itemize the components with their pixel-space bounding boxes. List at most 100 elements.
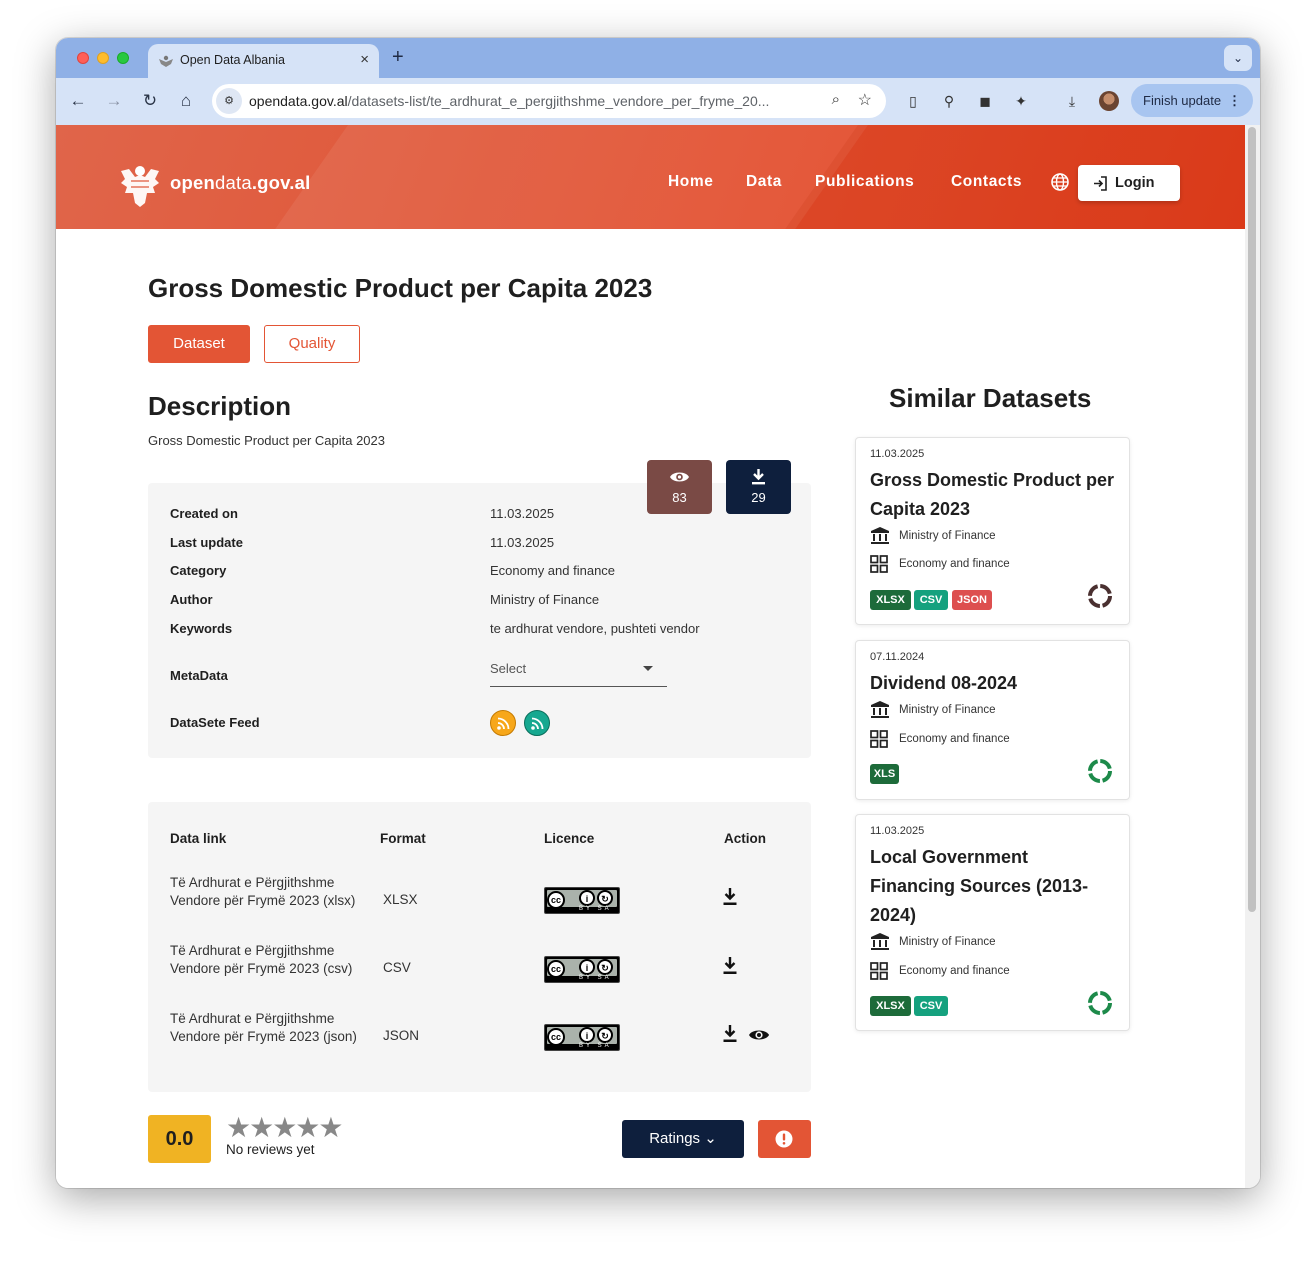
card-date: 07.11.2024 [870, 651, 925, 663]
login-arrow-icon [1094, 176, 1107, 191]
profile-avatar[interactable] [1099, 91, 1119, 111]
column-header-action: Action [724, 831, 766, 846]
metadata-panel: Created on 11.03.2025 Last update 11.03.… [148, 483, 811, 758]
new-tab-icon[interactable]: + [392, 46, 404, 69]
meta-value-author: Ministry of Finance [490, 592, 600, 607]
page-viewport: opendata.gov.al Home Data Publications C… [56, 125, 1245, 1188]
data-link-name[interactable]: Të Ardhurat e Përgjithshme Vendore për F… [170, 1010, 360, 1046]
login-button[interactable]: Login [1078, 165, 1180, 201]
download-icon[interactable] [722, 1025, 738, 1043]
metadata-select[interactable]: Select [490, 653, 667, 687]
finish-update-button[interactable]: Finish update ⋮ [1131, 84, 1253, 117]
downloads-icon[interactable]: ⤓ [1062, 91, 1082, 111]
eagle-favicon-icon [159, 55, 173, 67]
card-title[interactable]: Gross Domestic Product per Capita 2023 [870, 466, 1115, 524]
site-settings-icon[interactable]: ⚙ [216, 88, 242, 114]
grid-category-icon [870, 730, 888, 748]
maximize-window-button[interactable] [117, 52, 129, 64]
nav-publications[interactable]: Publications [815, 173, 914, 191]
meta-value-created: 11.03.2025 [490, 506, 555, 521]
bookmark-star-icon[interactable]: ☆ [858, 90, 872, 110]
cc-by-sa-licence-icon[interactable]: cc i ↻ BY SA [544, 1024, 620, 1051]
atom-feed-icon[interactable] [524, 710, 550, 736]
cc-tags: BY SA [579, 975, 612, 981]
minimize-window-button[interactable] [97, 52, 109, 64]
albanian-eagle-logo-icon[interactable] [119, 157, 161, 209]
data-link-name[interactable]: Të Ardhurat e Përgjithshme Vendore për F… [170, 874, 360, 910]
download-icon [752, 469, 765, 485]
nav-home[interactable]: Home [668, 173, 713, 191]
data-links-table: Data link Format Licence Action Të Ardhu… [148, 802, 811, 1092]
quality-ring-icon [1088, 991, 1112, 1015]
scrollbar-thumb[interactable] [1248, 127, 1256, 912]
extension-satellite-icon[interactable]: ⚲ [939, 91, 959, 111]
tab-search-chevron-icon[interactable]: ⌄ [1224, 45, 1252, 71]
meta-label-category: Category [170, 563, 227, 578]
nav-data[interactable]: Data [746, 173, 782, 191]
download-icon[interactable] [722, 957, 738, 975]
grid-category-icon [870, 555, 888, 573]
downloads-counter: 29 [726, 460, 791, 514]
close-window-button[interactable] [77, 52, 89, 64]
forward-arrow-icon[interactable]: → [103, 90, 125, 112]
tab-close-icon[interactable]: × [360, 51, 369, 68]
format-tag-xlsx: XLSX [870, 996, 911, 1016]
reload-icon[interactable]: ↻ [139, 90, 161, 112]
column-header-data-link: Data link [170, 831, 227, 846]
site-header: opendata.gov.al Home Data Publications C… [56, 125, 1245, 229]
rss-feed-icon[interactable] [490, 710, 516, 736]
data-link-name[interactable]: Të Ardhurat e Përgjithshme Vendore për F… [170, 942, 360, 978]
logo-part-open: open [170, 172, 215, 193]
meta-label-updated: Last update [170, 535, 243, 550]
views-counter: 83 [647, 460, 712, 514]
meta-value-updated: 11.03.2025 [490, 535, 555, 550]
tab-dataset[interactable]: Dataset [148, 325, 250, 363]
similar-dataset-card[interactable]: 11.03.2025 Gross Domestic Product per Ca… [855, 437, 1130, 625]
back-arrow-icon[interactable]: ← [67, 90, 89, 112]
browser-toolbar: ← → ↻ ⌂ ⚙ opendata.gov.al/datasets-list/… [56, 78, 1260, 125]
similar-dataset-card[interactable]: 11.03.2025 Local Government Financing So… [855, 814, 1130, 1031]
downloads-count: 29 [751, 490, 766, 505]
metadata-select-value: Select [490, 661, 527, 676]
card-date: 11.03.2025 [870, 825, 925, 837]
format-tag-csv: CSV [914, 996, 948, 1016]
card-category-name: Economy and finance [899, 558, 1010, 570]
extensions-puzzle-icon[interactable]: ✦ [1011, 91, 1031, 111]
cc-by-sa-licence-icon[interactable]: cc i ↻ BY SA [544, 956, 620, 983]
ratings-dropdown-button[interactable]: Ratings ⌄ [622, 1120, 744, 1158]
card-org-name: Ministry of Finance [899, 530, 996, 542]
tab-quality[interactable]: Quality [264, 325, 360, 363]
column-header-licence: Licence [544, 831, 595, 846]
description-text: Gross Domestic Product per Capita 2023 [148, 433, 385, 448]
report-issue-button[interactable] [758, 1120, 811, 1158]
download-icon[interactable] [722, 888, 738, 906]
eye-icon [670, 472, 689, 482]
grid-category-icon [870, 962, 888, 980]
card-date: 11.03.2025 [870, 448, 925, 460]
card-title[interactable]: Dividend 08-2024 [870, 669, 1115, 698]
logo-part-domain: .gov.al [251, 172, 311, 193]
card-title[interactable]: Local Government Financing Sources (2013… [870, 843, 1115, 930]
site-logo-text[interactable]: opendata.gov.al [170, 172, 310, 194]
extension-glasses-icon[interactable]: ◼ [975, 91, 995, 111]
cc-by-sa-licence-icon[interactable]: cc i ↻ BY SA [544, 887, 620, 914]
reader-mode-icon[interactable]: ▯ [903, 91, 923, 111]
home-icon[interactable]: ⌂ [175, 90, 197, 112]
similar-dataset-card[interactable]: 07.11.2024 Dividend 08-2024 Ministry of … [855, 640, 1130, 800]
address-bar[interactable]: ⚙ opendata.gov.al/datasets-list/te_ardhu… [212, 84, 886, 118]
star-rating-icon[interactable]: ★★★★★ [226, 1111, 344, 1144]
tab-title: Open Data Albania [180, 53, 285, 67]
caret-down-icon [643, 666, 653, 671]
data-link-format: JSON [383, 1028, 420, 1043]
language-globe-icon[interactable] [1050, 172, 1070, 192]
browser-tab[interactable]: Open Data Albania × [148, 44, 379, 78]
format-tag-csv: CSV [914, 590, 948, 610]
meta-label-author: Author [170, 592, 213, 607]
preview-eye-icon[interactable] [748, 1027, 770, 1043]
cc-tags: BY SA [579, 906, 612, 912]
vertical-scrollbar[interactable] [1245, 125, 1260, 1188]
zoom-icon[interactable]: ⌕ [832, 91, 840, 108]
more-menu-icon: ⋮ [1228, 93, 1241, 108]
meta-label-metadata: MetaData [170, 668, 228, 683]
nav-contacts[interactable]: Contacts [951, 173, 1022, 191]
